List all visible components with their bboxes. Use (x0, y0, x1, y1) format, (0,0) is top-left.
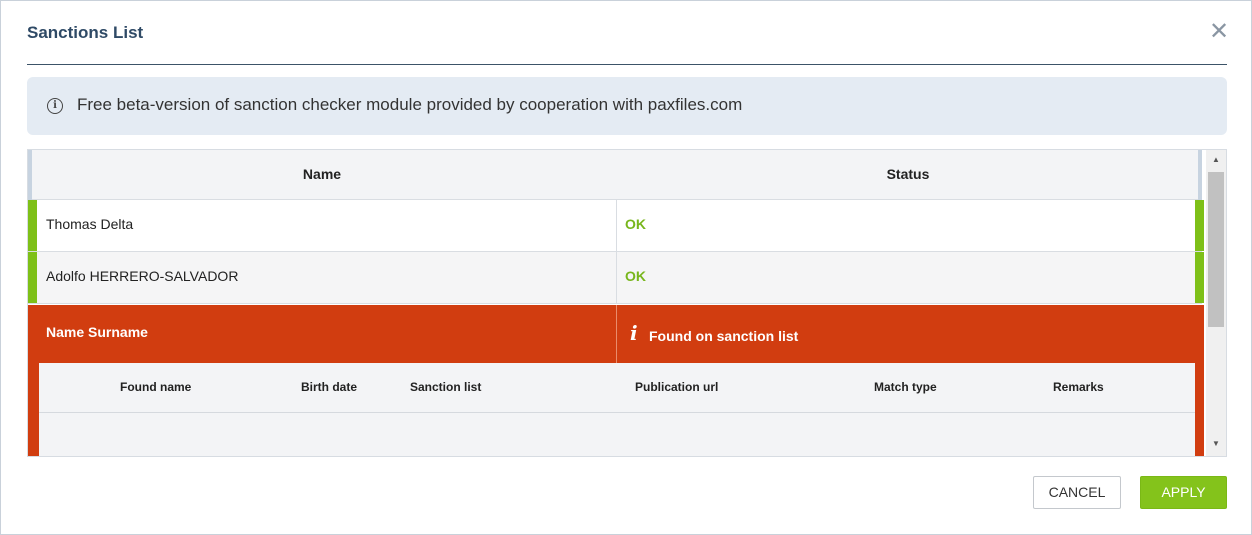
sub-header-found-name[interactable]: Found name (120, 380, 191, 394)
table-header: Name Status (28, 150, 1202, 200)
scroll-down-icon[interactable]: ▼ (1206, 436, 1226, 452)
header-right-accent (1198, 150, 1202, 200)
scroll-thumb[interactable] (1208, 172, 1224, 327)
apply-button[interactable]: APPLY (1140, 476, 1227, 509)
sub-header-remarks[interactable]: Remarks (1053, 380, 1104, 394)
sub-header-sanction-list[interactable]: Sanction list (410, 380, 481, 394)
row-status-bar-right (1195, 252, 1204, 303)
flagged-row[interactable]: Name Surname i Found on sanction list Fo… (28, 305, 1204, 456)
row-name: Adolfo HERRERO-SALVADOR (46, 268, 239, 284)
sub-header-birth-date[interactable]: Birth date (301, 380, 357, 394)
column-divider (616, 252, 617, 303)
column-header-name[interactable]: Name (28, 166, 616, 182)
cancel-button[interactable]: CANCEL (1033, 476, 1121, 509)
row-status-bar-right (1195, 200, 1204, 251)
row-status-bar (28, 252, 37, 303)
flagged-name: Name Surname (46, 324, 148, 340)
info-banner: i Free beta-version of sanction checker … (27, 77, 1227, 135)
title-divider (27, 64, 1227, 65)
sub-header-match-type[interactable]: Match type (874, 380, 937, 394)
table-row[interactable]: Thomas Delta OK (28, 200, 1204, 252)
row-status-bar (28, 200, 37, 251)
row-name: Thomas Delta (46, 216, 134, 232)
table-scrollbar[interactable]: ▲ ▼ (1206, 150, 1226, 456)
row-status: OK (625, 268, 646, 284)
column-header-status[interactable]: Status (616, 166, 1200, 182)
row-status: OK (625, 216, 646, 232)
alert-info-icon: i (630, 321, 638, 345)
sub-header-publication-url[interactable]: Publication url (635, 380, 718, 394)
match-details-header: Found name Birth date Sanction list Publ… (39, 363, 1195, 413)
flagged-status: Found on sanction list (649, 328, 799, 344)
dialog-title: Sanctions List (27, 23, 144, 42)
sanctions-table: Name Status Thomas Delta OK Adolfo HERRE… (27, 149, 1227, 457)
column-divider (616, 200, 617, 251)
info-icon: i (47, 98, 63, 114)
close-icon[interactable]: ✕ (1209, 20, 1229, 44)
match-details-table: Found name Birth date Sanction list Publ… (39, 363, 1195, 456)
table-row[interactable]: Adolfo HERRERO-SALVADOR OK (28, 252, 1204, 304)
column-divider (616, 305, 617, 363)
info-text: Free beta-version of sanction checker mo… (77, 95, 743, 114)
sanctions-dialog: Sanctions List ✕ i Free beta-version of … (0, 0, 1252, 535)
scroll-up-icon[interactable]: ▲ (1206, 152, 1226, 168)
